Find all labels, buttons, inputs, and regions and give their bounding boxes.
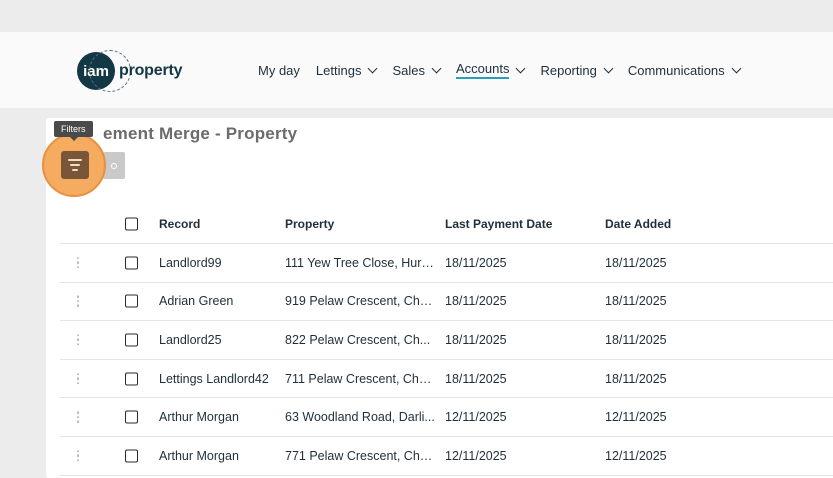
row-checkbox[interactable] [125,256,138,270]
nav-accounts[interactable]: Accounts [455,60,526,80]
column-header-property[interactable]: Property [285,217,435,231]
nav-my-day[interactable]: My day [258,60,300,80]
column-header-record[interactable]: Record [159,217,277,231]
drag-handle-icon[interactable] [75,411,81,423]
cell-property: 919 Pelaw Crescent, Che... [285,294,435,309]
filter-icon-line [72,169,78,171]
nav-reporting[interactable]: Reporting [540,60,614,80]
cell-property: 771 Pelaw Crescent, Che... [285,448,435,463]
cell-last-payment-date: 12/11/2025 [445,410,507,425]
nav-label: Accounts [455,61,510,79]
row-checkbox[interactable] [125,372,138,386]
nav-communications[interactable]: Communications [627,60,742,80]
drag-handle-icon[interactable] [75,257,81,269]
column-header-date-added[interactable]: Date Added [605,217,725,231]
drag-handle-icon[interactable] [75,334,81,346]
nav-lettings[interactable]: Lettings [315,60,378,80]
nav-label: My day [258,62,300,78]
table-row[interactable]: Landlord25 822 Pelaw Crescent, Ch... 18/… [60,321,833,360]
drag-handle-icon[interactable] [75,450,81,462]
cell-date-added: 12/11/2025 [605,410,667,425]
cell-last-payment-date: 18/11/2025 [445,255,507,270]
chevron-down-icon [516,63,526,73]
merge-icon [111,162,117,169]
cell-last-payment-date: 18/11/2025 [445,294,507,309]
cell-date-added: 18/11/2025 [605,255,667,270]
chevron-down-icon [368,63,378,73]
row-checkbox[interactable] [125,333,138,347]
browser-top-bar [0,0,833,32]
filters-button[interactable] [61,151,89,179]
row-checkbox[interactable] [125,294,138,308]
cell-property: 63 Woodland Road, Darli... [285,410,435,425]
drag-handle-icon[interactable] [75,372,81,385]
merge-button[interactable] [103,152,125,179]
drag-handle-icon[interactable] [75,295,81,308]
logo-word: property [119,62,183,79]
cell-last-payment-date: 18/11/2025 [445,332,507,347]
page-title: ement Merge - Property [103,124,298,143]
table-header-row: Record Property Last Payment Date Date A… [60,205,833,244]
cell-date-added: 18/11/2025 [605,294,667,309]
main-nav: My day Lettings Sales Accounts Reporting… [258,60,756,80]
cell-date-added: 18/11/2025 [605,332,667,347]
filter-icon-line [68,159,82,161]
table-row[interactable]: Arthur Morgan 771 Pelaw Crescent, Che...… [60,437,833,476]
cell-record: Arthur Morgan [159,448,239,463]
cell-last-payment-date: 12/11/2025 [445,448,507,463]
chevron-down-icon [431,63,442,73]
nav-label: Lettings [315,62,362,78]
cell-record: Adrian Green [159,294,234,309]
row-checkbox[interactable] [125,449,138,463]
cell-record: Arthur Morgan [159,410,239,425]
nav-label: Sales [392,62,425,78]
cell-record: Landlord99 [159,255,222,270]
iam-property-logo[interactable]: iam property [77,50,183,92]
table-row[interactable]: Arthur Morgan 63 Woodland Road, Darli...… [60,398,833,437]
records-table: Record Property Last Payment Date Date A… [60,205,833,476]
column-header-last-payment-date[interactable]: Last Payment Date [445,217,565,231]
cell-property: 711 Pelaw Crescent, Che... [285,371,435,386]
cell-date-added: 12/11/2025 [605,448,667,463]
nav-label: Reporting [540,62,597,78]
table-row[interactable]: Lettings Landlord42 711 Pelaw Crescent, … [60,360,833,399]
nav-sales[interactable]: Sales [392,60,442,80]
chevron-down-icon [731,63,742,73]
table-row[interactable]: Landlord99 111 Yew Tree Close, Hurw... 1… [60,244,833,283]
nav-label: Communications [627,62,725,78]
row-checkbox[interactable] [125,410,138,424]
cell-last-payment-date: 18/11/2025 [445,371,507,386]
table-row[interactable]: Adrian Green 919 Pelaw Crescent, Che... … [60,283,833,322]
cell-record: Landlord25 [159,332,222,347]
cell-property: 822 Pelaw Crescent, Ch... [285,332,431,347]
cell-date-added: 18/11/2025 [605,371,667,386]
select-all-checkbox[interactable] [125,217,138,231]
filter-icon-line [70,164,80,166]
chevron-down-icon [603,63,614,73]
filters-tooltip: Filters [54,121,93,141]
cell-record: Lettings Landlord42 [159,371,269,386]
cell-property: 111 Yew Tree Close, Hurw... [285,255,435,270]
